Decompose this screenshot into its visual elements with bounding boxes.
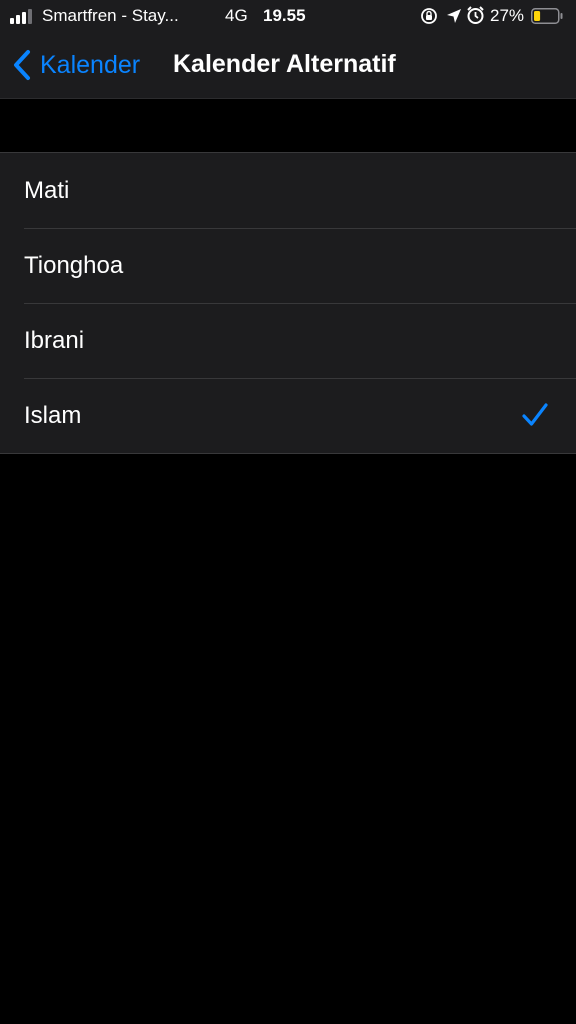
- option-row-mati[interactable]: Mati: [0, 153, 576, 228]
- option-label: Ibrani: [24, 327, 85, 354]
- option-row-ibrani[interactable]: Ibrani: [0, 303, 576, 378]
- checkmark-icon: [522, 403, 548, 426]
- back-button[interactable]: Kalender: [10, 48, 140, 82]
- page-title: Kalender Alternatif: [173, 50, 396, 78]
- status-bar: Smartfren - Stay... 4G 19.55 27%: [0, 0, 576, 32]
- carrier-name: Smartfren - Stay...: [42, 6, 179, 25]
- network-type: 4G: [225, 6, 248, 25]
- calendar-options-list: Mati Tionghoa Ibrani Islam: [0, 152, 576, 454]
- option-row-tionghoa[interactable]: Tionghoa: [0, 228, 576, 303]
- option-label: Islam: [24, 402, 82, 429]
- option-label: Tionghoa: [24, 252, 124, 279]
- signal-icon: [10, 9, 32, 24]
- alarm-icon: [467, 6, 484, 24]
- chevron-left-icon: [14, 50, 30, 80]
- location-icon: [447, 9, 461, 23]
- back-label: Kalender: [40, 50, 141, 79]
- navigation-bar: Kalender Kalender Alternatif: [0, 32, 576, 99]
- clock: 19.55: [263, 6, 306, 25]
- battery-percent: 27%: [490, 6, 525, 25]
- option-row-islam[interactable]: Islam: [0, 378, 576, 453]
- option-label: Mati: [24, 177, 70, 204]
- battery-icon: [531, 8, 563, 24]
- screen: Smartfren - Stay... 4G 19.55 27% Kalende…: [0, 0, 576, 1024]
- orientation-lock-icon: [421, 8, 437, 24]
